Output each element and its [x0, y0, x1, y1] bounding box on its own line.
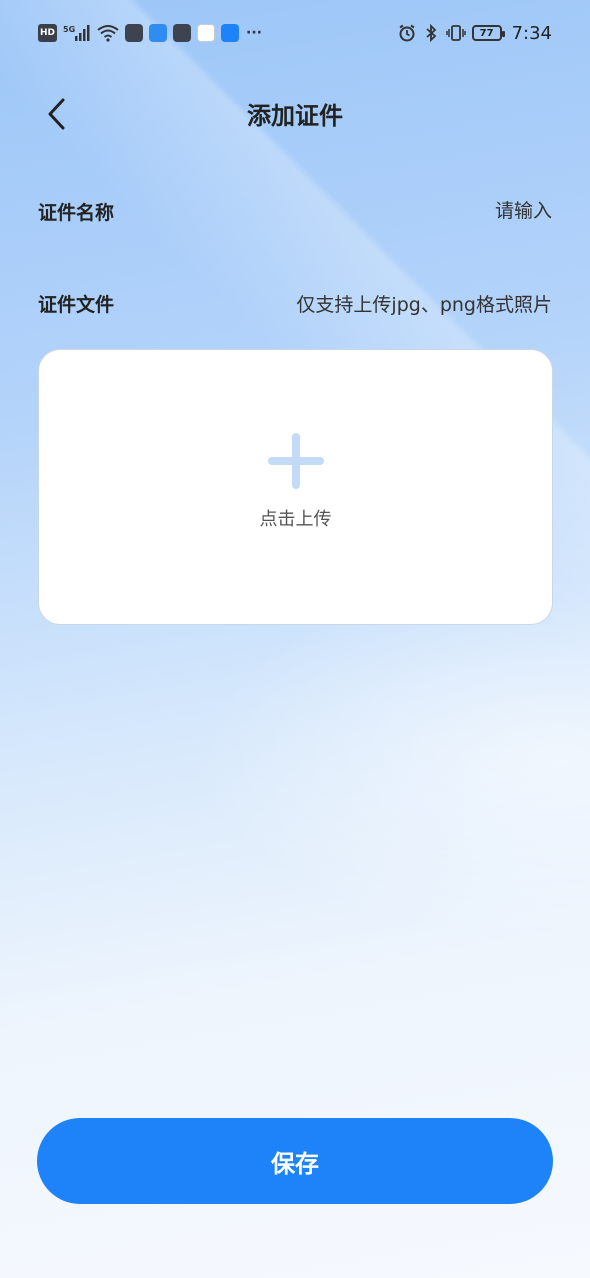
save-button[interactable]: 保存 [37, 1118, 553, 1204]
signal-bars-icon: 5G [63, 25, 90, 41]
alarm-icon [398, 24, 416, 42]
network-type-label: 5G [63, 25, 75, 34]
page-title: 添加证件 [247, 101, 343, 130]
name-label: 证件名称 [38, 201, 115, 224]
save-button-label: 保存 [271, 1150, 319, 1178]
hd-icon: HD [38, 24, 58, 42]
status-bar-left: HD 5G ··· [38, 24, 263, 42]
bluetooth-icon [422, 24, 440, 42]
status-bar: HD 5G ··· 77 7:34 [0, 0, 590, 66]
battery-icon: 77 [471, 25, 505, 41]
shield-app-icon [149, 24, 168, 42]
status-time: 7:34 [511, 22, 552, 44]
back-button[interactable] [36, 94, 76, 134]
more-notifications-icon: ··· [246, 25, 262, 41]
vibrate-icon [445, 24, 466, 42]
file-format-hint: 仅支持上传jpg、png格式照片 [296, 293, 552, 316]
location-app-icon [197, 24, 216, 42]
cloud-app-icon [221, 24, 240, 42]
page-header: 添加证件 [0, 80, 590, 146]
status-bar-right: 77 7:34 [398, 23, 552, 44]
shopping-app-icon [125, 24, 144, 42]
plus-icon [267, 433, 324, 489]
upload-label: 点击上传 [259, 509, 332, 530]
name-input[interactable] [292, 200, 552, 222]
signal-icon: 5G [63, 24, 91, 42]
form-row-name: 证件名称 [38, 191, 552, 231]
upload-area[interactable]: 点击上传 [38, 349, 553, 625]
form-row-file: 证件文件 仅支持上传jpg、png格式照片 [38, 283, 552, 323]
chevron-left-icon [48, 98, 65, 130]
shopping-app-icon-2 [173, 24, 192, 42]
wifi-icon [97, 24, 119, 42]
file-label: 证件文件 [38, 293, 115, 316]
